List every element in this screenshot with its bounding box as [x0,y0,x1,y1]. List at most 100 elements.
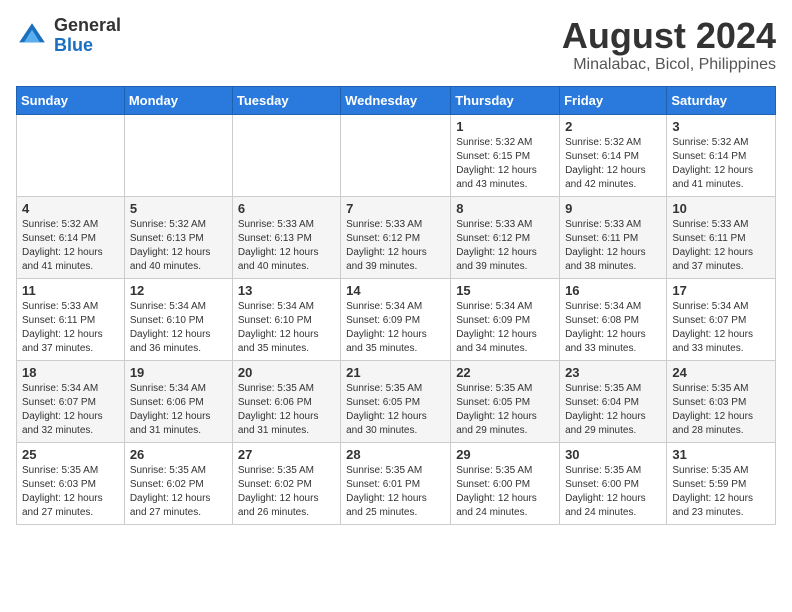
day-number: 1 [456,119,554,134]
logo: General Blue [16,16,121,56]
day-number: 16 [565,283,661,298]
day-info: Sunrise: 5:35 AM Sunset: 6:05 PM Dayligh… [346,382,445,438]
day-number: 25 [22,447,119,462]
calendar-cell: 31 Sunrise: 5:35 AM Sunset: 5:59 PM Dayli… [667,442,776,524]
day-number: 18 [22,365,119,380]
calendar-subtitle: Minalabac, Bicol, Philippines [562,56,776,74]
day-number: 15 [456,283,554,298]
day-number: 11 [22,283,119,298]
day-info: Sunrise: 5:32 AM Sunset: 6:14 PM Dayligh… [672,136,770,192]
day-number: 8 [456,201,554,216]
calendar-cell: 10 Sunrise: 5:33 AM Sunset: 6:11 PM Dayli… [667,196,776,278]
calendar-cell: 29 Sunrise: 5:35 AM Sunset: 6:00 PM Dayli… [451,442,560,524]
day-number: 5 [130,201,227,216]
weekday-header: Tuesday [232,86,340,114]
day-number: 6 [238,201,335,216]
calendar-cell: 26 Sunrise: 5:35 AM Sunset: 6:02 PM Dayli… [124,442,232,524]
weekday-header: Wednesday [341,86,451,114]
calendar-cell: 15 Sunrise: 5:34 AM Sunset: 6:09 PM Dayli… [451,278,560,360]
day-info: Sunrise: 5:35 AM Sunset: 6:02 PM Dayligh… [238,464,335,520]
day-info: Sunrise: 5:35 AM Sunset: 5:59 PM Dayligh… [672,464,770,520]
day-number: 23 [565,365,661,380]
day-number: 29 [456,447,554,462]
calendar-cell: 27Sunrise: 5:35 AM Sunset: 6:02 PM Dayli… [232,442,340,524]
calendar-week-row: 25 Sunrise: 5:35 AM Sunset: 6:03 PM Dayli… [17,442,776,524]
day-number: 21 [346,365,445,380]
day-info: Sunrise: 5:33 AM Sunset: 6:11 PM Dayligh… [672,218,770,274]
day-number: 31 [672,447,770,462]
day-number: 13 [238,283,335,298]
calendar-table: SundayMondayTuesdayWednesdayThursdayFrid… [16,86,776,525]
calendar-title: August 2024 [562,16,776,56]
logo-text: General Blue [54,16,121,56]
day-info: Sunrise: 5:35 AM Sunset: 6:00 PM Dayligh… [565,464,661,520]
calendar-week-row: 11 Sunrise: 5:33 AM Sunset: 6:11 PM Dayli… [17,278,776,360]
day-number: 30 [565,447,661,462]
day-number: 12 [130,283,227,298]
calendar-cell [124,114,232,196]
day-info: Sunrise: 5:34 AM Sunset: 6:09 PM Dayligh… [456,300,554,356]
weekday-header: Friday [560,86,667,114]
day-info: Sunrise: 5:34 AM Sunset: 6:06 PM Dayligh… [130,382,227,438]
day-number: 22 [456,365,554,380]
day-info: Sunrise: 5:35 AM Sunset: 6:03 PM Dayligh… [22,464,119,520]
calendar-cell: 24Sunrise: 5:35 AM Sunset: 6:03 PM Dayli… [667,360,776,442]
day-info: Sunrise: 5:35 AM Sunset: 6:04 PM Dayligh… [565,382,661,438]
calendar-cell: 4 Sunrise: 5:32 AM Sunset: 6:14 PM Daylig… [17,196,125,278]
calendar-cell: 9 Sunrise: 5:33 AM Sunset: 6:11 PM Daylig… [560,196,667,278]
page-header: General Blue August 2024 Minalabac, Bico… [16,16,776,74]
calendar-cell: 21 Sunrise: 5:35 AM Sunset: 6:05 PM Dayli… [341,360,451,442]
calendar-cell: 30 Sunrise: 5:35 AM Sunset: 6:00 PM Dayli… [560,442,667,524]
day-info: Sunrise: 5:33 AM Sunset: 6:13 PM Dayligh… [238,218,335,274]
day-info: Sunrise: 5:35 AM Sunset: 6:01 PM Dayligh… [346,464,445,520]
day-info: Sunrise: 5:32 AM Sunset: 6:13 PM Dayligh… [130,218,227,274]
day-number: 4 [22,201,119,216]
calendar-cell [17,114,125,196]
calendar-cell [232,114,340,196]
calendar-week-row: 18 Sunrise: 5:34 AM Sunset: 6:07 PM Dayli… [17,360,776,442]
calendar-week-row: 4 Sunrise: 5:32 AM Sunset: 6:14 PM Daylig… [17,196,776,278]
day-info: Sunrise: 5:33 AM Sunset: 6:11 PM Dayligh… [22,300,119,356]
day-number: 3 [672,119,770,134]
calendar-cell: 17 Sunrise: 5:34 AM Sunset: 6:07 PM Dayli… [667,278,776,360]
day-number: 28 [346,447,445,462]
weekday-header: Saturday [667,86,776,114]
day-info: Sunrise: 5:33 AM Sunset: 6:12 PM Dayligh… [456,218,554,274]
day-info: Sunrise: 5:35 AM Sunset: 6:00 PM Dayligh… [456,464,554,520]
calendar-cell: 3 Sunrise: 5:32 AM Sunset: 6:14 PM Daylig… [667,114,776,196]
calendar-cell: 25 Sunrise: 5:35 AM Sunset: 6:03 PM Dayli… [17,442,125,524]
calendar-cell: 1 Sunrise: 5:32 AM Sunset: 6:15 PM Daylig… [451,114,560,196]
day-info: Sunrise: 5:32 AM Sunset: 6:15 PM Dayligh… [456,136,554,192]
day-info: Sunrise: 5:32 AM Sunset: 6:14 PM Dayligh… [22,218,119,274]
day-number: 26 [130,447,227,462]
calendar-cell: 2Sunrise: 5:32 AM Sunset: 6:14 PM Daylig… [560,114,667,196]
day-number: 20 [238,365,335,380]
calendar-cell: 23 Sunrise: 5:35 AM Sunset: 6:04 PM Dayli… [560,360,667,442]
day-number: 17 [672,283,770,298]
day-info: Sunrise: 5:33 AM Sunset: 6:11 PM Dayligh… [565,218,661,274]
day-info: Sunrise: 5:34 AM Sunset: 6:09 PM Dayligh… [346,300,445,356]
day-number: 10 [672,201,770,216]
day-info: Sunrise: 5:34 AM Sunset: 6:07 PM Dayligh… [672,300,770,356]
calendar-cell: 16 Sunrise: 5:34 AM Sunset: 6:08 PM Dayli… [560,278,667,360]
day-number: 19 [130,365,227,380]
calendar-cell [341,114,451,196]
weekday-header: Thursday [451,86,560,114]
title-block: August 2024 Minalabac, Bicol, Philippine… [562,16,776,74]
day-info: Sunrise: 5:35 AM Sunset: 6:02 PM Dayligh… [130,464,227,520]
calendar-cell: 6 Sunrise: 5:33 AM Sunset: 6:13 PM Daylig… [232,196,340,278]
day-number: 14 [346,283,445,298]
logo-general: General [54,15,121,35]
calendar-cell: 20Sunrise: 5:35 AM Sunset: 6:06 PM Dayli… [232,360,340,442]
day-number: 2 [565,119,661,134]
calendar-cell: 5 Sunrise: 5:32 AM Sunset: 6:13 PM Daylig… [124,196,232,278]
day-info: Sunrise: 5:34 AM Sunset: 6:07 PM Dayligh… [22,382,119,438]
calendar-cell: 11 Sunrise: 5:33 AM Sunset: 6:11 PM Dayli… [17,278,125,360]
day-number: 9 [565,201,661,216]
calendar-header-row: SundayMondayTuesdayWednesdayThursdayFrid… [17,86,776,114]
day-info: Sunrise: 5:34 AM Sunset: 6:08 PM Dayligh… [565,300,661,356]
calendar-cell: 12Sunrise: 5:34 AM Sunset: 6:10 PM Dayli… [124,278,232,360]
logo-blue: Blue [54,35,93,55]
calendar-cell: 13Sunrise: 5:34 AM Sunset: 6:10 PM Dayli… [232,278,340,360]
calendar-cell: 14 Sunrise: 5:34 AM Sunset: 6:09 PM Dayli… [341,278,451,360]
